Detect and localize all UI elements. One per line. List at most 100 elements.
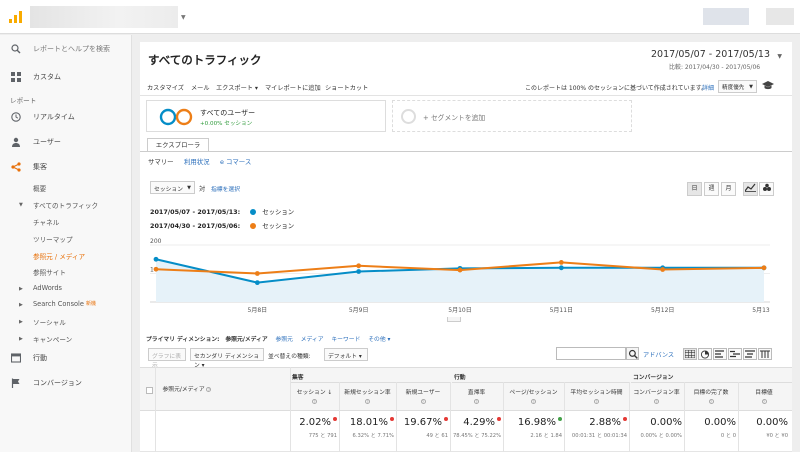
date-range[interactable]: 2017/05/07 - 2017/05/13	[651, 49, 770, 60]
triangle-right-icon[interactable]: ▶	[19, 302, 23, 308]
dim-keyword[interactable]: キーワード	[331, 337, 360, 343]
secondary-dimension-select[interactable]: セカンダリ ディメンション ▾	[190, 348, 264, 369]
table-search-button[interactable]	[626, 347, 639, 360]
sidebar-item-behavior[interactable]: 行動	[0, 350, 132, 366]
table-search-input[interactable]	[556, 347, 626, 360]
view-table-button[interactable]	[683, 348, 697, 360]
sidebar-item-conversion[interactable]: コンバージョン	[0, 375, 132, 391]
advanced-link[interactable]: アドバンス	[643, 350, 674, 359]
info-icon[interactable]: ?	[761, 399, 767, 404]
view-termcloud-button[interactable]	[743, 348, 757, 360]
dim-source[interactable]: 参照元	[275, 337, 292, 343]
view-performance-button[interactable]	[713, 348, 727, 360]
granularity-week[interactable]: 週	[704, 182, 719, 196]
sort-arrow-icon[interactable]: ↓	[326, 390, 332, 396]
info-icon[interactable]: ?	[365, 399, 370, 404]
precision-select[interactable]: 精度優先 ▼	[718, 80, 757, 93]
sidebar-item-acquisition[interactable]: 集客	[0, 159, 132, 175]
graduation-cap-icon[interactable]	[762, 81, 774, 93]
search-icon	[628, 349, 638, 359]
account-avatar[interactable]	[703, 8, 749, 25]
info-icon[interactable]: ?	[531, 399, 536, 404]
col-header[interactable]: セッション ↓?	[292, 387, 337, 404]
sidebar-search[interactable]: レポートとヘルプを検索	[0, 41, 132, 57]
sidebar-acq-adwords[interactable]: AdWords	[33, 284, 62, 292]
sidebar-acq-social[interactable]: ソーシャル	[33, 317, 66, 327]
sidebar-acq-overview[interactable]: 概要	[33, 183, 46, 193]
sidebar-acq-all-traffic[interactable]: すべてのトラフィック	[33, 200, 98, 210]
triangle-right-icon[interactable]: ▶	[19, 286, 23, 292]
sidebar-acq-treemap[interactable]: ツリーマップ	[33, 234, 73, 244]
col-header-label: ページ/セッション	[509, 390, 558, 396]
sidebar-item-users[interactable]: ユーザー	[0, 134, 132, 150]
subnav-summary[interactable]: サマリー	[148, 157, 174, 166]
account-selector[interactable]	[30, 6, 178, 28]
metric-select[interactable]: セッション ▼	[150, 181, 195, 194]
total-value: 2.02%	[292, 417, 337, 428]
triangle-down-icon[interactable]: ▼	[19, 202, 23, 208]
info-icon[interactable]: ?	[206, 387, 212, 392]
triangle-right-icon[interactable]: ▶	[19, 336, 23, 342]
col-header[interactable]: ページ/セッション?	[505, 387, 562, 404]
add-to-dashboard-button[interactable]: マイレポートに追加	[265, 83, 321, 92]
analytics-logo-icon[interactable]	[9, 11, 23, 23]
col-header[interactable]: 目標の完了数?	[686, 387, 736, 404]
info-icon[interactable]: ?	[312, 399, 317, 404]
subnav-ecommerce[interactable]: e コマース	[220, 157, 251, 166]
select-all-checkbox[interactable]	[146, 387, 153, 394]
col-dimension-header[interactable]: 参照元/メディア ?	[162, 384, 212, 393]
line-chart-button[interactable]	[743, 182, 758, 196]
select-metric-link[interactable]: 指標を選択	[211, 184, 240, 193]
legend-label: セッション	[262, 208, 295, 216]
sidebar-item-realtime[interactable]: リアルタイム	[0, 109, 132, 125]
sidebar-acq-source-medium[interactable]: 参照元 / メディア	[33, 251, 85, 261]
sidebar-acq-referrals[interactable]: 参照サイト	[33, 267, 66, 277]
granularity-day[interactable]: 日	[687, 182, 702, 196]
col-header[interactable]: 直帰率?	[452, 387, 501, 404]
granularity-month[interactable]: 月	[721, 182, 736, 196]
export-button[interactable]: エクスポート ▾	[216, 83, 258, 92]
account-menu[interactable]	[766, 8, 794, 25]
shortcut-button[interactable]: ショートカット	[325, 83, 368, 92]
info-icon[interactable]: ?	[708, 399, 714, 404]
view-pivot-button[interactable]	[758, 348, 772, 360]
details-link[interactable]: 詳細	[702, 83, 714, 92]
sidebar-acq-channels[interactable]: チャネル	[33, 217, 59, 227]
flag-icon	[10, 378, 21, 389]
segment-all-users[interactable]: すべてのユーザー +0.00% セッション	[146, 100, 386, 132]
dim-other[interactable]: その他 ▾	[368, 337, 390, 343]
view-pie-button[interactable]	[698, 348, 712, 360]
sort-type-select[interactable]: デフォルト ▾	[324, 348, 368, 361]
col-header[interactable]: 新規ユーザー?	[398, 387, 448, 404]
subnav-usage[interactable]: 利用状況	[184, 157, 210, 166]
dim-medium[interactable]: メディア	[301, 337, 324, 343]
chart-resize-handle[interactable]	[447, 317, 461, 322]
col-header[interactable]: 平均セッション時間?	[566, 387, 627, 404]
view-comparison-button[interactable]	[728, 348, 742, 360]
motion-chart-button[interactable]	[759, 182, 774, 196]
chevron-down-icon[interactable]: ▼	[181, 14, 186, 21]
customize-button[interactable]: カスタマイズ	[147, 83, 184, 92]
info-icon[interactable]: ?	[594, 399, 599, 404]
chevron-down-icon[interactable]: ▼	[777, 53, 782, 60]
total-value: 0.00%	[740, 417, 788, 428]
sidebar-item-custom[interactable]: カスタム	[0, 69, 132, 85]
add-segment-button[interactable]: + セグメントを追加	[392, 100, 632, 132]
plot-rows-button[interactable]: グラフに表示	[148, 348, 186, 369]
line-chart: 2001005月8日5月9日5月10日5月11日5月12日5月13日	[150, 237, 776, 317]
info-icon[interactable]: ?	[420, 399, 426, 404]
info-icon[interactable]: ?	[474, 399, 479, 404]
col-header[interactable]: 目標値?	[740, 387, 788, 404]
tab-explorer[interactable]: エクスプローラ	[147, 138, 209, 152]
sidebar-acq-search-console[interactable]: Search Console 新機	[33, 300, 96, 308]
col-header[interactable]: コンバージョン率?	[631, 387, 682, 404]
email-button[interactable]: メール	[191, 83, 210, 92]
sidebar-acq-campaigns[interactable]: キャンペーン	[33, 334, 72, 344]
col-header[interactable]: 新規セッション率?	[341, 387, 394, 404]
info-icon[interactable]: ?	[654, 399, 659, 404]
col-divider	[684, 382, 685, 452]
data-point	[356, 263, 362, 269]
triangle-right-icon[interactable]: ▶	[19, 319, 23, 325]
sidebar-item-label: リアルタイム	[33, 113, 75, 121]
total-value: 18.01%	[341, 417, 394, 428]
